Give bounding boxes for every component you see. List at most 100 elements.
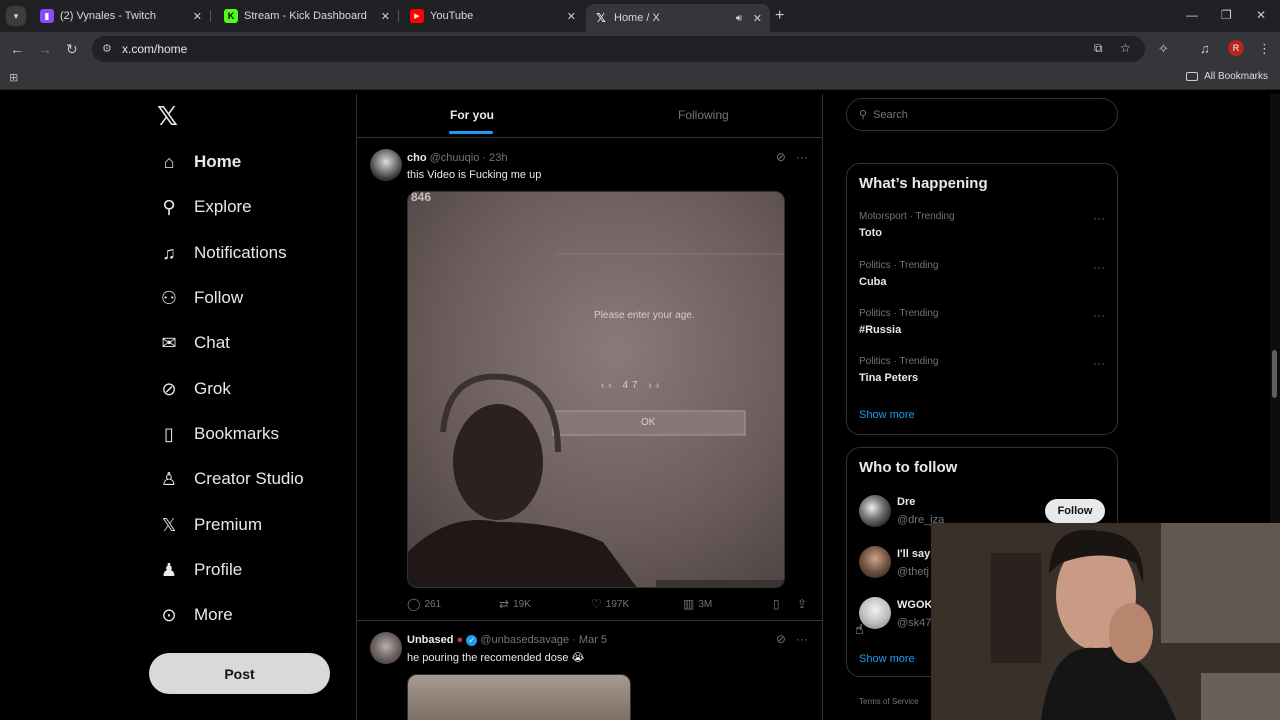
tweet[interactable]: cho @chuuqio · 23h ⊘ ··· this Video is F… [357, 139, 822, 621]
avatar[interactable] [370, 632, 402, 664]
profile-avatar[interactable]: R [1228, 40, 1244, 56]
post-button[interactable]: Post [149, 653, 330, 694]
author-name[interactable]: cho [407, 152, 427, 164]
tab-search-chevron-icon[interactable]: ▾ [6, 6, 26, 26]
site-info-icon[interactable]: ⚙ [102, 42, 112, 55]
author-name[interactable]: Unbased [407, 634, 453, 646]
show-more-link[interactable]: Show more [859, 653, 915, 665]
views-icon: ▥ [683, 597, 695, 611]
avatar[interactable] [859, 495, 891, 527]
tab-title: Home / X [614, 12, 660, 24]
tab-title: YouTube [430, 10, 474, 22]
video-corner-number: 846 [411, 191, 432, 204]
more-options-icon[interactable]: ··· [1093, 211, 1105, 225]
extensions-icon[interactable]: ✧ [1158, 41, 1169, 57]
follow-button[interactable]: Follow [1045, 499, 1105, 523]
more-options-icon[interactable]: ··· [796, 632, 808, 646]
repost-icon: ⇄ [499, 597, 510, 611]
nav-label: Premium [194, 515, 263, 534]
suggestion-name[interactable]: I'll say [897, 548, 930, 560]
close-window-icon[interactable]: ✕ [1256, 8, 1266, 22]
minimize-icon[interactable]: — [1186, 8, 1198, 22]
close-tab-icon[interactable]: ✕ [753, 12, 762, 25]
avatar[interactable] [370, 149, 402, 181]
nav-notifications[interactable]: ♫ Notifications [157, 236, 287, 270]
reply-button[interactable]: ◯ 261 [407, 597, 441, 611]
media-controls-icon[interactable]: ♫ [1200, 41, 1210, 56]
suggestion-name[interactable]: Dre [897, 496, 915, 508]
browser-tab-twitch[interactable]: ▮ (2) Vynales - Twitch ✕ [32, 4, 211, 28]
tweet-video[interactable]: 846 Please enter your age. ‹‹ 47 ›› OK [407, 191, 785, 588]
badge-emoji-icon: ● [456, 634, 464, 646]
back-arrow-icon[interactable]: ← [10, 41, 24, 57]
show-more-link[interactable]: Show more [859, 409, 915, 421]
views-button[interactable]: ▥ 3M [683, 597, 712, 611]
avatar[interactable] [859, 597, 891, 629]
trend-name: Cuba [859, 276, 887, 288]
nav-label: Follow [194, 288, 244, 307]
nav-home[interactable]: ⌂ Home [157, 145, 242, 179]
restore-icon[interactable]: ❐ [1221, 8, 1232, 22]
audio-playing-icon[interactable]: 🔊︎ [736, 13, 742, 24]
search-box[interactable]: ⚲ Search [846, 98, 1118, 131]
share-icon: ⇪ [797, 597, 808, 611]
nav-label: Creator Studio [194, 469, 304, 488]
scrollbar-thumb[interactable] [1272, 350, 1277, 398]
nav-bookmarks[interactable]: ▯ Bookmarks [157, 417, 279, 451]
avatar[interactable] [859, 546, 891, 578]
url-text[interactable]: x.com/home [122, 42, 187, 56]
video-age-value: 47 [622, 380, 642, 391]
bookmark-button[interactable]: ▯ [773, 597, 780, 611]
tweet[interactable]: Unbased ● ✓ @unbasedsavage · Mar 5 ⊘ ···… [357, 622, 822, 720]
nav-grok[interactable]: ⊘ Grok [157, 372, 230, 406]
like-button[interactable]: ♡ 197K [591, 597, 629, 611]
nav-label: Notifications [194, 243, 287, 262]
grok-icon[interactable]: ⊘ [776, 632, 786, 646]
nav-creator-studio[interactable]: ♙ Creator Studio [157, 462, 304, 496]
x-icon: 𝕏 [596, 11, 606, 25]
more-options-icon[interactable]: ··· [1093, 356, 1105, 370]
address-bar[interactable]: ⚙ x.com/home ⧉ ☆ [92, 36, 1145, 62]
close-tab-icon[interactable]: ✕ [193, 10, 202, 23]
forward-arrow-icon[interactable]: → [38, 41, 52, 57]
nav-more[interactable]: ⊙ More [157, 598, 233, 632]
install-app-icon[interactable]: ⧉ [1094, 41, 1103, 56]
browser-tab-kick[interactable]: K Stream - Kick Dashboard ✕ [216, 4, 399, 28]
tweet-tools: ⊘ ··· [776, 150, 808, 164]
close-tab-icon[interactable]: ✕ [381, 10, 390, 23]
x-logo-icon[interactable]: 𝕏 [157, 102, 178, 132]
nav-label: Chat [194, 333, 230, 352]
grok-icon[interactable]: ⊘ [776, 150, 786, 164]
nav-label: More [194, 605, 233, 624]
star-bookmark-icon[interactable]: ☆ [1120, 41, 1131, 55]
more-options-icon[interactable]: ··· [796, 150, 808, 164]
browser-tab-youtube[interactable]: ▶ YouTube ✕ [402, 4, 584, 28]
terms-of-service-link[interactable]: Terms of Service [859, 697, 919, 706]
suggestion-name[interactable]: WGOK [897, 599, 932, 611]
repost-button[interactable]: ⇄ 19K [499, 597, 531, 611]
tweet-image[interactable] [407, 674, 631, 720]
browser-tab-x[interactable]: 𝕏 Home / X 🔊︎ ✕ [586, 4, 770, 32]
nav-chat[interactable]: ✉ Chat [157, 326, 230, 360]
new-tab-button[interactable]: + [775, 7, 784, 25]
more-options-icon[interactable]: ··· [1093, 260, 1105, 274]
nav-premium[interactable]: 𝕏 Premium [157, 508, 262, 542]
author-meta[interactable]: @unbasedsavage · Mar 5 [480, 634, 607, 646]
author-meta[interactable]: @chuuqio · 23h [430, 152, 508, 164]
all-bookmarks-button[interactable]: All Bookmarks [1186, 71, 1268, 82]
more-options-icon[interactable]: ··· [1093, 308, 1105, 322]
whats-happening-card: What’s happening Motorsport · Trending T… [846, 163, 1118, 435]
nav-profile[interactable]: ♟ Profile [157, 553, 242, 587]
verified-icon: ✓ [466, 635, 478, 646]
tab-for-you[interactable]: For you [450, 108, 494, 122]
share-button[interactable]: ⇪ [797, 597, 807, 611]
nav-explore[interactable]: ⚲ Explore [157, 190, 251, 224]
card-title: Who to follow [859, 459, 958, 476]
tab-following[interactable]: Following [678, 108, 729, 122]
apps-grid-icon[interactable]: ⊞ [9, 71, 18, 84]
search-input[interactable]: Search [873, 109, 908, 121]
nav-follow[interactable]: ⚇ Follow [157, 281, 243, 315]
close-tab-icon[interactable]: ✕ [567, 10, 576, 23]
reload-icon[interactable]: ↻ [66, 41, 78, 58]
kebab-menu-icon[interactable]: ⋮ [1258, 41, 1271, 57]
